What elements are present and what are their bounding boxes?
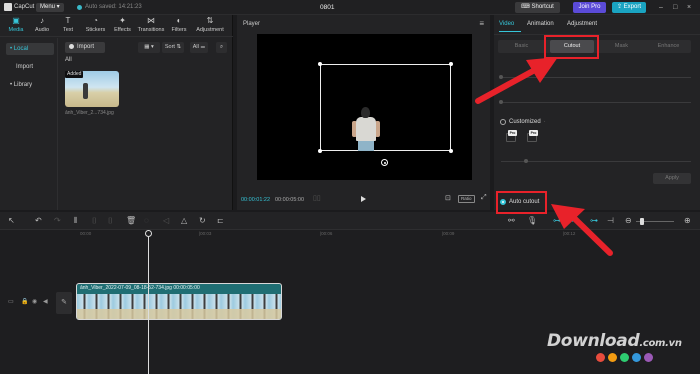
watermark-suffix: .com.vn bbox=[639, 338, 682, 349]
arrow-to-auto-cutout bbox=[551, 204, 613, 256]
watermark-dot bbox=[608, 353, 617, 362]
arrow-to-cutout bbox=[475, 57, 558, 104]
watermark-dot bbox=[596, 353, 605, 362]
watermark-dot bbox=[620, 353, 629, 362]
watermark-dot bbox=[644, 353, 653, 362]
watermark-logo: Download.com.vn bbox=[547, 331, 682, 351]
watermark-text: Download bbox=[547, 331, 640, 351]
arrow-shaft-1 bbox=[475, 68, 536, 104]
arrow-shaft-2 bbox=[569, 213, 613, 256]
capcut-window: CapCut Menu ▾ Auto saved: 14:21:23 0801 … bbox=[0, 0, 700, 374]
watermark-dot bbox=[632, 353, 641, 362]
watermark-dots bbox=[596, 353, 653, 362]
annotation-arrows bbox=[475, 57, 613, 256]
